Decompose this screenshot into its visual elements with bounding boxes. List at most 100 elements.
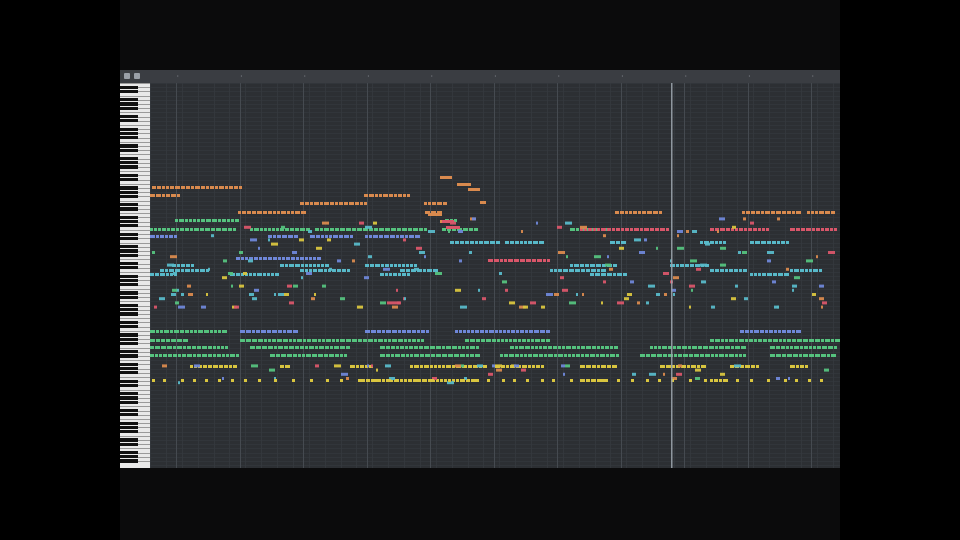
midi-note[interactable] bbox=[156, 194, 161, 197]
midi-note[interactable] bbox=[550, 269, 553, 272]
midi-note[interactable] bbox=[653, 211, 658, 214]
midi-note[interactable] bbox=[150, 228, 153, 231]
midi-note[interactable] bbox=[367, 364, 369, 368]
midi-note[interactable] bbox=[504, 354, 508, 357]
midi-note[interactable] bbox=[280, 365, 284, 368]
midi-note[interactable] bbox=[340, 379, 343, 382]
midi-note[interactable] bbox=[197, 346, 201, 349]
midi-note[interactable] bbox=[172, 288, 177, 292]
midi-note[interactable] bbox=[647, 211, 652, 214]
midi-note[interactable] bbox=[440, 176, 452, 179]
midi-note[interactable] bbox=[563, 269, 568, 272]
midi-note[interactable] bbox=[407, 194, 410, 197]
midi-note[interactable] bbox=[590, 354, 595, 357]
midi-note[interactable] bbox=[322, 221, 329, 225]
midi-note[interactable] bbox=[442, 228, 446, 231]
midi-note[interactable] bbox=[518, 339, 521, 342]
midi-note[interactable] bbox=[806, 228, 811, 231]
midi-note[interactable] bbox=[309, 346, 314, 349]
midi-note[interactable] bbox=[715, 354, 718, 357]
midi-note[interactable] bbox=[580, 264, 584, 267]
midi-note[interactable] bbox=[511, 330, 515, 333]
midi-note[interactable] bbox=[754, 339, 757, 342]
midi-note[interactable] bbox=[298, 354, 301, 357]
midi-note[interactable] bbox=[222, 354, 225, 357]
midi-note[interactable] bbox=[281, 354, 286, 357]
midi-note[interactable] bbox=[568, 354, 571, 357]
midi-note[interactable] bbox=[278, 257, 281, 260]
midi-note[interactable] bbox=[324, 354, 328, 357]
white-key[interactable] bbox=[120, 259, 150, 261]
midi-note[interactable] bbox=[208, 346, 212, 349]
midi-note[interactable] bbox=[163, 354, 167, 357]
black-key[interactable] bbox=[120, 203, 138, 207]
midi-note[interactable] bbox=[208, 354, 212, 357]
midi-note[interactable] bbox=[446, 365, 451, 368]
midi-note[interactable] bbox=[458, 230, 463, 233]
midi-note[interactable] bbox=[484, 241, 489, 244]
midi-note[interactable] bbox=[607, 365, 611, 368]
black-key[interactable] bbox=[120, 379, 138, 383]
midi-note[interactable] bbox=[155, 354, 158, 357]
midi-note[interactable] bbox=[410, 264, 413, 267]
midi-note[interactable] bbox=[222, 228, 227, 231]
midi-note[interactable] bbox=[490, 241, 495, 244]
midi-note[interactable] bbox=[750, 273, 753, 276]
midi-note[interactable] bbox=[565, 221, 572, 225]
midi-note[interactable] bbox=[607, 273, 612, 276]
midi-note[interactable] bbox=[650, 346, 653, 349]
midi-note[interactable] bbox=[625, 228, 629, 231]
midi-note[interactable] bbox=[586, 269, 590, 272]
midi-note[interactable] bbox=[300, 228, 305, 231]
midi-note[interactable] bbox=[390, 235, 395, 238]
midi-note[interactable] bbox=[270, 354, 275, 357]
midi-note[interactable] bbox=[657, 354, 662, 357]
midi-note[interactable] bbox=[433, 269, 438, 272]
midi-note[interactable] bbox=[619, 246, 624, 250]
midi-note[interactable] bbox=[240, 339, 245, 342]
midi-note[interactable] bbox=[334, 364, 341, 368]
midi-note[interactable] bbox=[268, 228, 271, 231]
midi-note[interactable] bbox=[729, 339, 734, 342]
white-key[interactable] bbox=[120, 419, 150, 420]
black-key[interactable] bbox=[120, 136, 138, 140]
midi-note[interactable] bbox=[811, 211, 814, 214]
white-key[interactable] bbox=[120, 389, 150, 391]
midi-note[interactable] bbox=[678, 354, 682, 357]
midi-note[interactable] bbox=[480, 330, 484, 333]
midi-note[interactable] bbox=[424, 346, 429, 349]
midi-note[interactable] bbox=[273, 211, 276, 214]
midi-note[interactable] bbox=[455, 364, 461, 368]
midi-note[interactable] bbox=[510, 346, 514, 349]
black-key[interactable] bbox=[120, 291, 138, 295]
midi-note[interactable] bbox=[379, 228, 384, 231]
midi-note[interactable] bbox=[468, 188, 480, 191]
midi-note[interactable] bbox=[470, 354, 474, 357]
midi-note[interactable] bbox=[601, 273, 606, 276]
midi-note[interactable] bbox=[541, 305, 545, 309]
midi-note[interactable] bbox=[793, 354, 798, 357]
midi-note[interactable] bbox=[320, 228, 323, 231]
white-key[interactable] bbox=[120, 95, 150, 97]
midi-note[interactable] bbox=[371, 364, 373, 368]
midi-note[interactable] bbox=[340, 297, 345, 301]
midi-note[interactable] bbox=[188, 293, 193, 296]
midi-note[interactable] bbox=[278, 346, 283, 349]
midi-note[interactable] bbox=[365, 235, 368, 238]
midi-note[interactable] bbox=[743, 269, 747, 272]
midi-note[interactable] bbox=[285, 264, 288, 267]
midi-note[interactable] bbox=[730, 365, 734, 368]
black-key[interactable] bbox=[120, 455, 138, 459]
midi-note[interactable] bbox=[554, 354, 557, 357]
midi-note[interactable] bbox=[305, 346, 308, 349]
midi-note[interactable] bbox=[800, 269, 804, 272]
black-key[interactable] bbox=[120, 224, 138, 228]
midi-note[interactable] bbox=[363, 339, 367, 342]
midi-note[interactable] bbox=[806, 259, 813, 263]
midi-note[interactable] bbox=[528, 241, 532, 244]
midi-note[interactable] bbox=[335, 354, 339, 357]
midi-note[interactable] bbox=[809, 339, 814, 342]
midi-note[interactable] bbox=[753, 228, 757, 231]
midi-note[interactable] bbox=[646, 379, 649, 382]
midi-note[interactable] bbox=[430, 365, 433, 368]
